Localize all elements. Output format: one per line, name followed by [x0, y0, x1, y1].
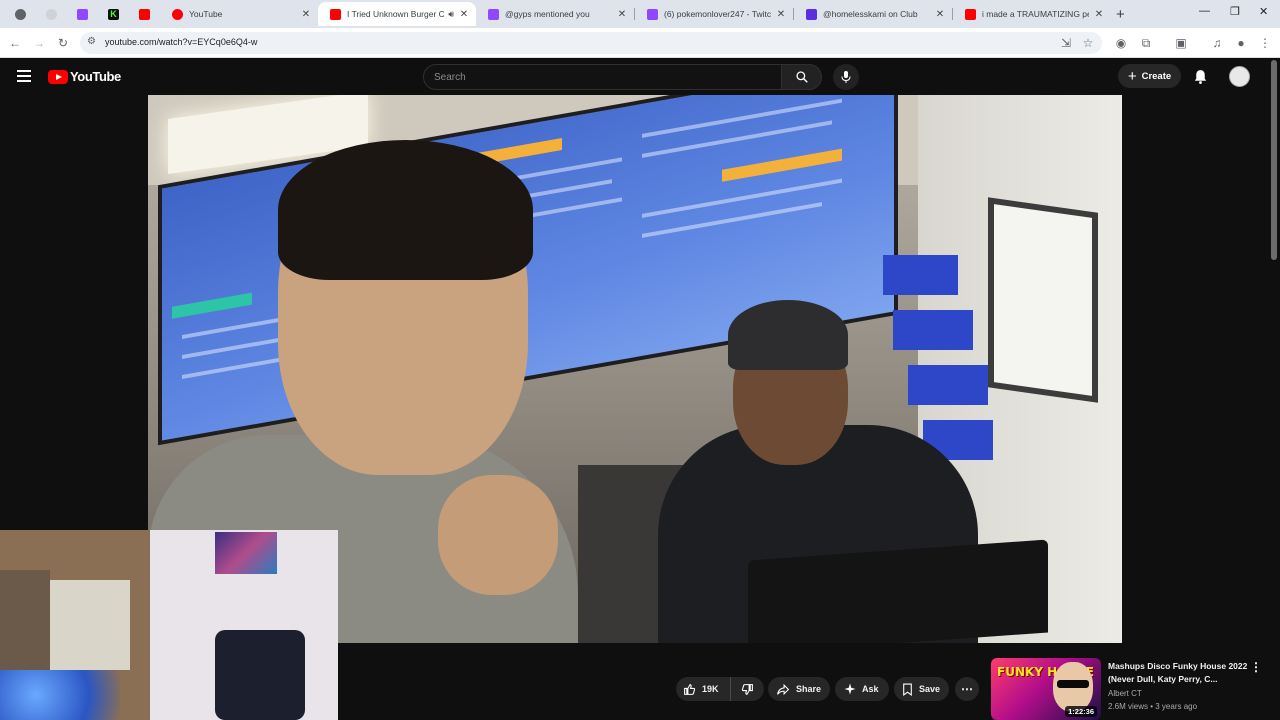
- youtube-favicon-icon: [330, 8, 341, 20]
- recommended-menu-icon[interactable]: ⋮: [1250, 660, 1262, 674]
- new-tab-icon[interactable]: +: [1116, 6, 1125, 23]
- extensions-puzzle-icon[interactable]: ⧉: [1138, 35, 1154, 51]
- tab-twitch-mention[interactable]: @gyps mentioned you ✕: [476, 2, 634, 26]
- dislike-button[interactable]: [731, 677, 764, 701]
- close-window-icon[interactable]: ✕: [1259, 5, 1268, 18]
- webcam-overlay: [0, 530, 338, 720]
- close-tab-icon[interactable]: ✕: [300, 9, 312, 20]
- ask-label: Ask: [862, 684, 879, 694]
- tab-club[interactable]: @homelesskami on Club ✕: [794, 2, 952, 26]
- duration-badge: 1:22:36: [1065, 706, 1097, 717]
- recommended-meta: 2.6M views • 3 years ago: [1108, 702, 1198, 711]
- kick-favicon-icon: K: [108, 8, 119, 20]
- extension-icon[interactable]: ◉: [1113, 35, 1129, 51]
- twitch-favicon-icon: [647, 8, 658, 20]
- thumbs-down-icon: [741, 683, 753, 695]
- search-icon: [795, 71, 808, 83]
- share-button[interactable]: Share: [768, 677, 830, 701]
- close-tab-icon[interactable]: ✕: [775, 9, 787, 20]
- settings-favicon-icon: [15, 8, 26, 20]
- browser-menu-icon[interactable]: ⋮: [1257, 35, 1273, 51]
- page-scrollbar[interactable]: [1271, 60, 1277, 260]
- youtube-logo[interactable]: YouTube: [48, 69, 121, 84]
- save-label: Save: [919, 684, 941, 694]
- tab-pinned-settings[interactable]: [5, 2, 36, 26]
- tab-title: i made a TRAUMATIZING pet sim: [982, 9, 1089, 19]
- menu-icon[interactable]: [17, 70, 31, 82]
- tab-pinned-blank[interactable]: [36, 2, 67, 26]
- tab-title: YouTube: [189, 9, 223, 19]
- search-box: [423, 64, 782, 90]
- close-tab-icon[interactable]: ✕: [616, 9, 628, 20]
- tab-youtube-home[interactable]: YouTube ✕: [160, 2, 318, 26]
- thumbs-up-icon: [684, 683, 696, 695]
- more-actions-icon[interactable]: ⋯: [955, 677, 979, 701]
- tab-title: @gyps mentioned you: [505, 9, 590, 19]
- notifications-bell-icon[interactable]: [1192, 68, 1209, 85]
- browser-tab-strip: K YouTube ✕ I Tried Unknown Burger Chain…: [0, 0, 1280, 28]
- search-input[interactable]: [434, 70, 764, 84]
- address-bar[interactable]: ⚙ youtube.com/watch?v=EYCq0e6Q4-w: [80, 32, 1102, 54]
- bookmark-star-icon[interactable]: ☆: [1080, 35, 1096, 51]
- back-icon[interactable]: ←: [7, 35, 23, 51]
- tab-pinned-twitch[interactable]: [67, 2, 98, 26]
- share-label: Share: [796, 684, 822, 694]
- tab-twitch-channel[interactable]: (6) pokemonlover247 - Twitch ✕: [635, 2, 793, 26]
- youtube-favicon-icon: [172, 8, 183, 20]
- minimize-icon[interactable]: —: [1199, 5, 1210, 17]
- tab-title: I Tried Unknown Burger Chains: [347, 9, 445, 19]
- like-button[interactable]: 19K: [676, 677, 731, 701]
- youtube-play-logo-icon: [48, 69, 68, 84]
- like-dislike-group: 19K: [676, 677, 764, 701]
- twitch-favicon-icon: [488, 8, 499, 20]
- url-text: youtube.com/watch?v=EYCq0e6Q4-w: [105, 37, 258, 47]
- browser-toolbar: ← → ↻ ⚙ youtube.com/watch?v=EYCq0e6Q4-w …: [0, 28, 1280, 58]
- voice-search-button[interactable]: [833, 64, 859, 90]
- club-favicon-icon: [806, 8, 817, 20]
- twitch-favicon-icon: [77, 8, 88, 20]
- youtube-favicon-icon: [965, 8, 976, 20]
- blank-favicon-icon: [46, 8, 57, 20]
- recommended-channel[interactable]: Albert CT: [1108, 689, 1142, 698]
- logo-text: YouTube: [70, 69, 121, 84]
- install-app-icon[interactable]: ⇲: [1058, 35, 1074, 51]
- plus-icon: +: [1127, 67, 1137, 85]
- ask-button[interactable]: Ask: [835, 677, 889, 701]
- speaker-icon[interactable]: 🔊︎: [448, 9, 454, 20]
- share-arrow-icon: [777, 683, 790, 695]
- youtube-favicon-icon: [139, 8, 150, 20]
- sparkle-icon: [844, 683, 856, 695]
- tab-title: @homelesskami on Club: [823, 9, 918, 19]
- tab-active-video[interactable]: I Tried Unknown Burger Chains 🔊︎ ✕: [318, 2, 476, 26]
- reload-icon[interactable]: ↻: [55, 35, 71, 51]
- close-tab-icon[interactable]: ✕: [1093, 9, 1105, 20]
- close-tab-icon[interactable]: ✕: [458, 9, 470, 20]
- sidebar-icon[interactable]: ▣: [1173, 35, 1189, 51]
- like-count: 19K: [702, 684, 719, 694]
- restore-icon[interactable]: ❐: [1230, 5, 1240, 18]
- microphone-icon: [841, 71, 851, 83]
- close-tab-icon[interactable]: ✕: [934, 9, 946, 20]
- profile-icon[interactable]: ●: [1233, 35, 1249, 51]
- tab-pinned-youtube[interactable]: [129, 2, 160, 26]
- save-button[interactable]: Save: [894, 677, 949, 701]
- search-button[interactable]: [781, 64, 822, 90]
- recommended-thumbnail[interactable]: FUNKY HOUSE 1:22:36: [991, 658, 1101, 720]
- site-info-icon[interactable]: ⚙: [87, 36, 96, 47]
- media-control-icon[interactable]: ♫: [1209, 35, 1225, 51]
- tab-title: (6) pokemonlover247 - Twitch: [664, 9, 771, 19]
- forward-icon[interactable]: →: [31, 35, 47, 51]
- tab-pinned-kick[interactable]: K: [98, 2, 129, 26]
- tab-youtube-petsim[interactable]: i made a TRAUMATIZING pet sim ✕: [953, 2, 1111, 26]
- create-button[interactable]: + Create: [1118, 64, 1181, 88]
- recommended-title[interactable]: Mashups Disco Funky House 2022 (Never Du…: [1108, 660, 1248, 686]
- youtube-header: YouTube + Create: [0, 58, 1280, 95]
- account-avatar[interactable]: [1229, 66, 1250, 87]
- create-label: Create: [1141, 70, 1172, 82]
- bookmark-icon: [903, 683, 912, 696]
